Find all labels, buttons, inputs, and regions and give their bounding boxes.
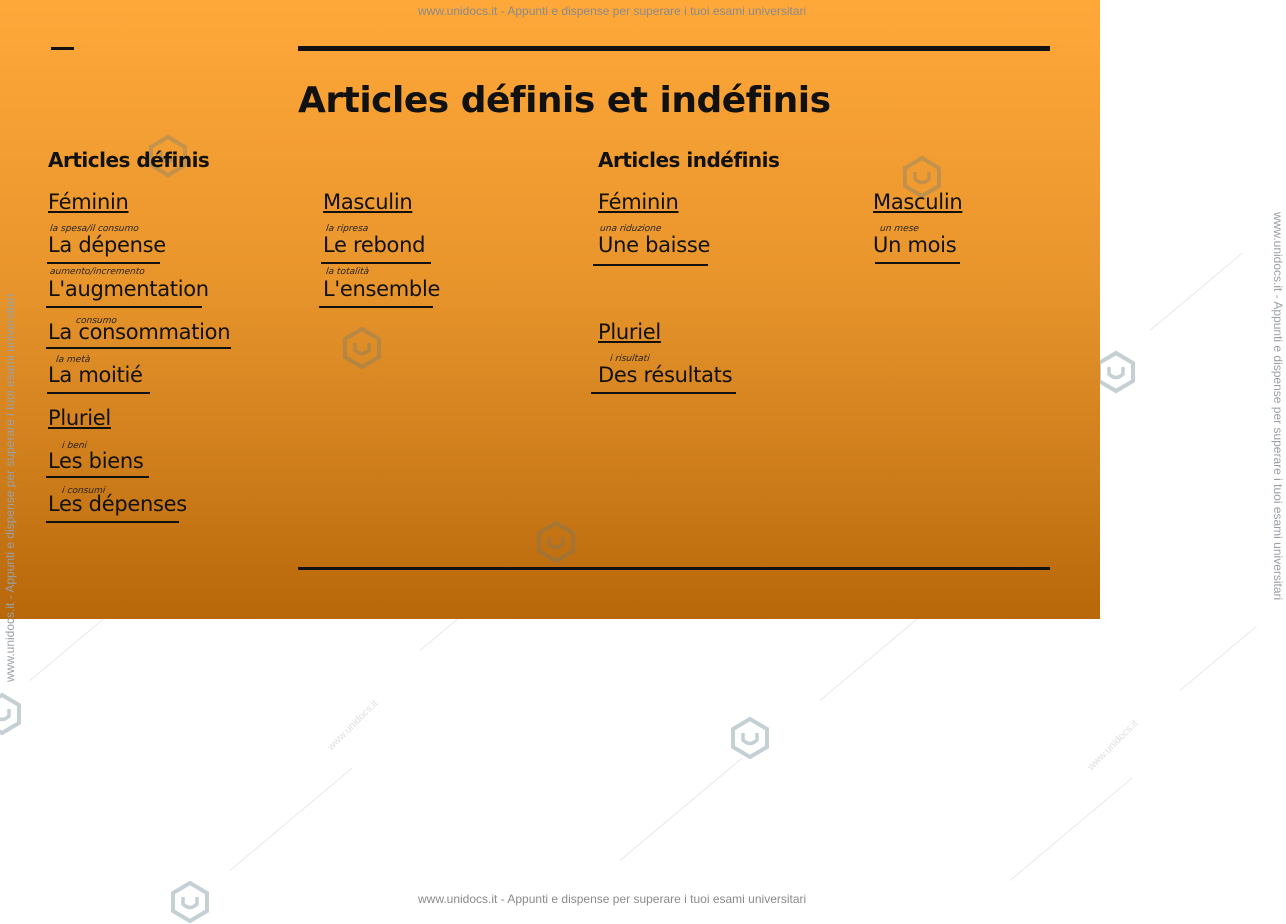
word-item: L'augmentation: [48, 277, 209, 301]
word-underline: [321, 262, 431, 264]
handwritten-note: aumento/incremento: [49, 267, 146, 277]
slide: Articles définis et indéfinis Articles d…: [0, 0, 1100, 619]
word-underline: [46, 521, 179, 523]
word-item: Le rebond: [323, 233, 426, 257]
watermark-right-text: www.unidocs.it - Appunti e dispense per …: [1271, 212, 1285, 601]
indefinis-masculin-label: Masculin: [873, 190, 963, 214]
watermark-line: [1149, 252, 1243, 331]
slide-dash: [51, 47, 74, 50]
watermark-line: [229, 767, 353, 871]
word-item: Des résultats: [598, 363, 733, 387]
indefinis-heading: Articles indéfinis: [598, 148, 780, 172]
indefinis-pluriel-label: Pluriel: [598, 320, 661, 344]
watermark-line: [1179, 625, 1257, 691]
unidocs-logo-icon: [537, 520, 575, 564]
definis-pluriel-label: Pluriel: [48, 406, 111, 430]
definis-feminin-label: Féminin: [48, 190, 129, 214]
handwritten-note: la totalità: [325, 267, 370, 277]
word-underline: [875, 262, 960, 264]
word-item: La dépense: [48, 233, 166, 257]
slide-title: Articles définis et indéfinis: [298, 80, 831, 121]
word-underline: [46, 347, 231, 349]
bottom-rule: [298, 567, 1050, 570]
top-rule: [298, 46, 1050, 51]
word-underline: [593, 264, 708, 266]
word-underline: [46, 306, 202, 308]
word-item: Une baisse: [598, 233, 711, 257]
unidocs-logo-icon: [171, 880, 209, 924]
word-item: Un mois: [873, 233, 957, 257]
unidocs-logo-icon: [1097, 350, 1135, 394]
unidocs-logo-icon: [343, 326, 381, 370]
word-underline: [47, 392, 150, 394]
unidocs-logo-icon: [731, 716, 769, 760]
watermark-line: [619, 757, 743, 861]
definis-heading: Articles définis: [48, 148, 210, 172]
word-item: La moitié: [48, 363, 143, 387]
word-underline: [47, 262, 160, 264]
unidocs-logo-icon: [0, 692, 21, 736]
word-underline: [319, 306, 433, 308]
word-underline: [591, 392, 736, 394]
word-item: La consommation: [48, 320, 231, 344]
watermark-diagonal-text: www.unidocs.it: [325, 698, 381, 753]
indefinis-feminin-label: Féminin: [598, 190, 679, 214]
definis-masculin-label: Masculin: [323, 190, 413, 214]
watermark-line: [1009, 777, 1133, 881]
word-item: L'ensemble: [323, 277, 441, 301]
watermark-bottom-text: www.unidocs.it - Appunti e dispense per …: [418, 892, 807, 906]
word-underline: [46, 476, 149, 478]
watermark-diagonal-text: www.unidocs.it: [1085, 718, 1141, 773]
word-item: Les dépenses: [48, 492, 187, 516]
word-item: Les biens: [48, 449, 144, 473]
watermark-left-text: www.unidocs.it - Appunti e dispense per …: [3, 293, 17, 682]
watermark-top-text: www.unidocs.it - Appunti e dispense per …: [418, 4, 807, 18]
